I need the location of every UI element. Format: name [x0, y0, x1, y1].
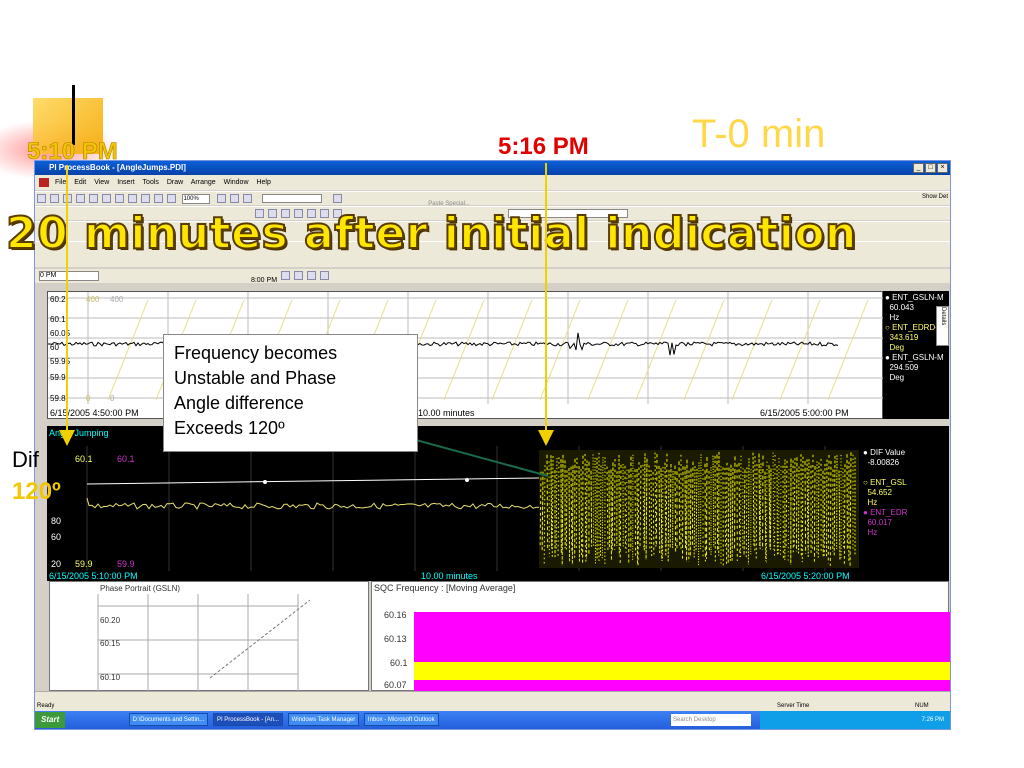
angle-120-label: 120º [12, 478, 61, 505]
callout-line: Exceeds 120º [174, 418, 285, 438]
callout-line: Angle difference [174, 393, 304, 413]
callout-line: Unstable and Phase [174, 368, 337, 388]
annotation-overlay [59, 163, 554, 477]
callout-box: Frequency becomes Unstable and Phase Ang… [163, 334, 418, 452]
dif-label: Dif [12, 447, 39, 472]
callout-line: Frequency becomes [174, 343, 338, 363]
